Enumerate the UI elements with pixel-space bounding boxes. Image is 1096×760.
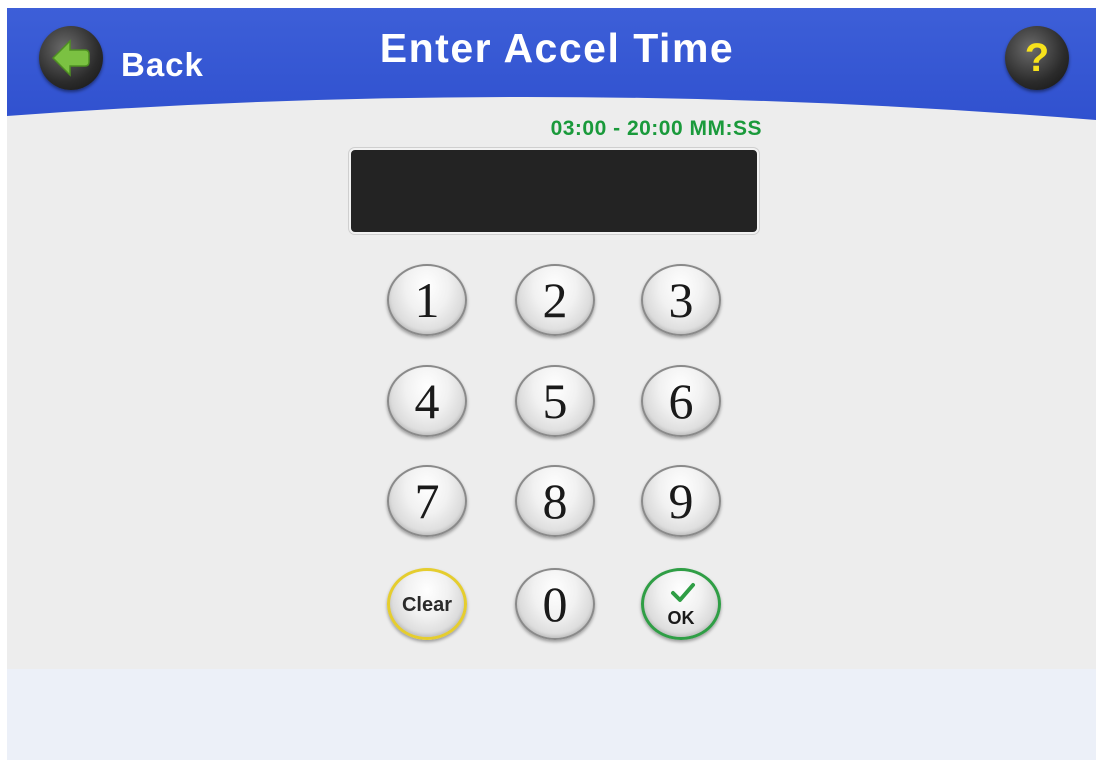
ok-label: OK: [667, 608, 695, 628]
key-label: 2: [542, 272, 568, 328]
key-2[interactable]: 2: [515, 264, 595, 336]
screen: Back Enter Accel Time ? 03:00 - 20:00 MM…: [7, 8, 1096, 760]
help-icon: ?: [1024, 36, 1050, 80]
key-6[interactable]: 6: [641, 365, 721, 437]
back-arrow-icon: [39, 26, 103, 90]
ok-button[interactable]: OK: [641, 568, 721, 640]
key-label: 7: [414, 473, 440, 529]
clear-button[interactable]: Clear: [387, 568, 467, 640]
back-label: Back: [121, 46, 204, 83]
key-label: 6: [668, 373, 694, 429]
key-4[interactable]: 4: [387, 365, 467, 437]
key-8[interactable]: 8: [515, 465, 595, 537]
key-label: 1: [414, 272, 440, 328]
help-button[interactable]: ?: [1005, 26, 1069, 90]
key-7[interactable]: 7: [387, 465, 467, 537]
key-label: 4: [414, 373, 440, 429]
key-5[interactable]: 5: [515, 365, 595, 437]
key-3[interactable]: 3: [641, 264, 721, 336]
key-label: 9: [668, 473, 694, 529]
key-label: 5: [542, 373, 568, 429]
checkmark-icon: [671, 583, 695, 602]
value-display: [349, 148, 759, 234]
clear-label: Clear: [401, 594, 453, 616]
key-9[interactable]: 9: [641, 465, 721, 537]
range-hint: 03:00 - 20:00 MM:SS: [550, 117, 762, 140]
key-0[interactable]: 0: [515, 568, 595, 640]
key-label: 0: [542, 576, 568, 632]
back-button[interactable]: Back: [39, 26, 239, 92]
key-label: 8: [542, 473, 568, 529]
page-title: Enter Accel Time: [379, 25, 735, 71]
key-label: 3: [668, 272, 694, 328]
key-1[interactable]: 1: [387, 264, 467, 336]
